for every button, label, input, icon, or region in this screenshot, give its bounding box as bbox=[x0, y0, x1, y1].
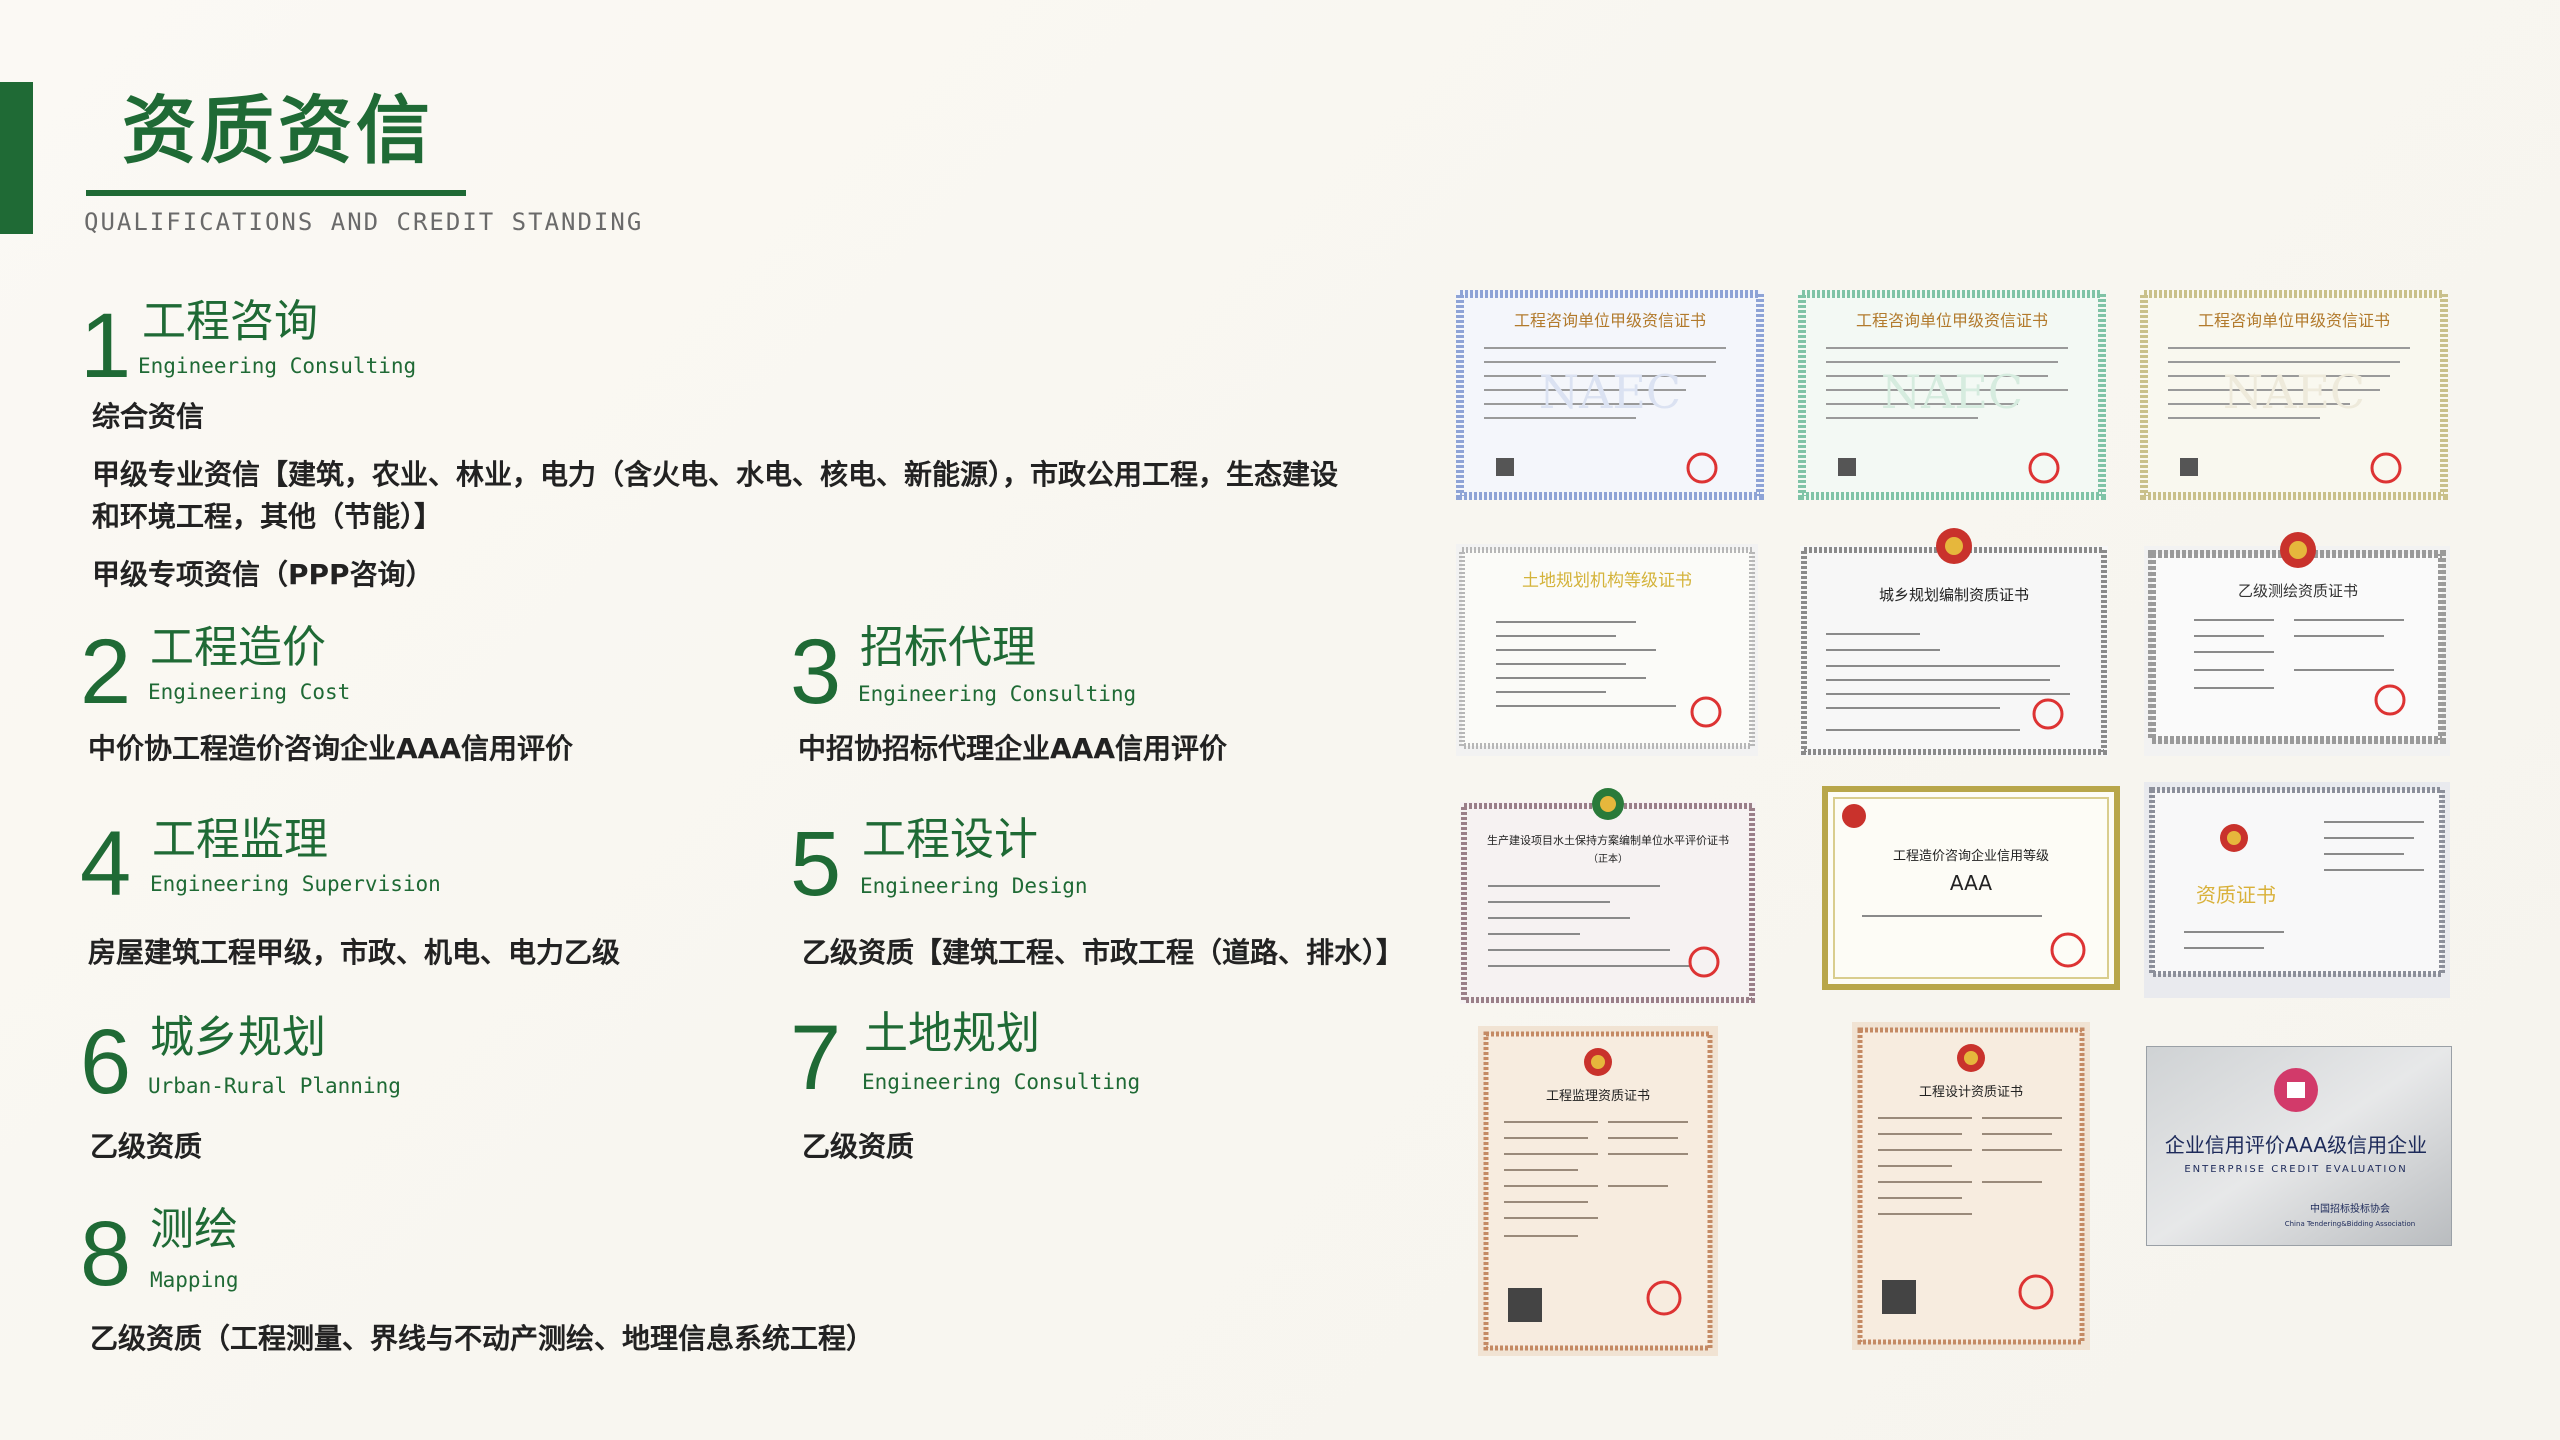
certificate-title: 生产建设项目水土保持方案编制单位水平评价证书 bbox=[1487, 833, 1729, 847]
svg-text:NAEC: NAEC bbox=[2223, 365, 2365, 419]
certificate-consulting-2: 工程咨询单位甲级资信证书 NAEC bbox=[1798, 290, 2106, 500]
certificate-title: 工程咨询单位甲级资信证书 bbox=[1856, 311, 2048, 330]
section-subtitle: Mapping bbox=[150, 1268, 239, 1292]
certificate-title: 工程监理资质证书 bbox=[1546, 1089, 1650, 1104]
title-underline bbox=[86, 190, 466, 196]
section-item: 乙级资质 bbox=[90, 1130, 203, 1163]
certificate-qualification: 资质证书 bbox=[2144, 782, 2450, 998]
section-title: 土地规划 bbox=[864, 1008, 1040, 1059]
certificate-title: 企业信用评价AAA级信用企业 bbox=[2165, 1133, 2427, 1157]
certificate-land-planning: 土地规划机构等级证书 bbox=[1456, 544, 1758, 756]
certificate-title: 工程咨询单位甲级资信证书 bbox=[2198, 311, 2390, 330]
certificate-consulting-3: 工程咨询单位甲级资信证书 NAEC bbox=[2140, 290, 2448, 500]
section-subtitle: Engineering Consulting bbox=[138, 354, 417, 378]
section-title: 工程设计 bbox=[862, 814, 1038, 865]
section-title: 工程咨询 bbox=[142, 296, 318, 347]
certificate-note: （正本） bbox=[1588, 852, 1628, 865]
section-item: 房屋建筑工程甲级，市政、机电、电力乙级 bbox=[88, 936, 621, 969]
svg-text:NAEC: NAEC bbox=[1881, 365, 2023, 419]
certificate-surveying: 乙级测绘资质证书 bbox=[2144, 530, 2450, 756]
certificate-credit-plaque: 企业信用评价AAA级信用企业 ENTERPRISE CREDIT EVALUAT… bbox=[2146, 1046, 2452, 1246]
certificate-cost-credit-aaa: 工程造价咨询企业信用等级 AAA bbox=[1822, 786, 2120, 990]
section-number: 1 bbox=[80, 295, 132, 397]
section-title: 招标代理 bbox=[860, 622, 1036, 673]
svg-text:NAEC: NAEC bbox=[1539, 365, 1681, 419]
certificate-title: 工程咨询单位甲级资信证书 bbox=[1514, 311, 1706, 330]
accent-bar bbox=[0, 82, 33, 234]
section-subtitle: Engineering Consulting bbox=[862, 1070, 1141, 1094]
section-item: 乙级资质（工程测量、界线与不动产测绘、地理信息系统工程） bbox=[90, 1322, 875, 1355]
certificate-soil-conservation: 生产建设项目水土保持方案编制单位水平评价证书 （正本） bbox=[1460, 786, 1756, 1004]
certificate-urban-planning: 城乡规划编制资质证书 bbox=[1800, 526, 2108, 756]
certificate-org-en: China Tendering&Bidding Association bbox=[2285, 1220, 2416, 1228]
section-item: 中价协工程造价咨询企业AAA信用评价 bbox=[88, 732, 574, 765]
page-title: 资质资信 bbox=[122, 88, 434, 174]
section-number: 3 bbox=[790, 621, 842, 723]
certificate-title: 工程造价咨询企业信用等级 bbox=[1893, 848, 2049, 864]
certificate-consulting-1: 工程咨询单位甲级资信证书 NAEC bbox=[1456, 290, 1764, 500]
certificate-supervision: 工程监理资质证书 bbox=[1478, 1026, 1718, 1356]
certificate-title: 工程设计资质证书 bbox=[1919, 1085, 2023, 1100]
section-subtitle: Engineering Consulting bbox=[858, 682, 1137, 706]
section-title: 城乡规划 bbox=[150, 1012, 326, 1063]
section-title: 工程监理 bbox=[152, 814, 328, 865]
certificate-rating: AAA bbox=[1950, 871, 1992, 895]
certificate-design: 工程设计资质证书 bbox=[1852, 1022, 2090, 1350]
section-item: 甲级专业资信【建筑，农业、林业，电力（含火电、水电、核电、新能源），市政公用工程… bbox=[92, 458, 1339, 533]
section-number: 4 bbox=[80, 813, 132, 915]
certificate-org: 中国招标投标协会 bbox=[2310, 1202, 2390, 1215]
section-item: 甲级专项资信（PPP咨询） bbox=[92, 558, 434, 591]
section-subtitle: Engineering Design bbox=[860, 874, 1088, 898]
section-engineering-supervision: 4 工程监理 Engineering Supervision bbox=[80, 813, 680, 915]
section-engineering-design: 5 工程设计 Engineering Design bbox=[790, 813, 1390, 915]
section-subtitle: Engineering Cost bbox=[148, 680, 351, 704]
section-item: 综合资信 bbox=[92, 400, 205, 433]
section-number: 6 bbox=[80, 1011, 132, 1113]
section-number: 7 bbox=[790, 1007, 842, 1109]
section-title: 测绘 bbox=[150, 1204, 238, 1255]
certificate-title: 城乡规划编制资质证书 bbox=[1879, 586, 2029, 604]
section-subtitle: Engineering Supervision bbox=[150, 872, 441, 896]
section-land-planning: 7 土地规划 Engineering Consulting bbox=[790, 1007, 1390, 1109]
section-urban-rural-planning: 6 城乡规划 Urban-Rural Planning bbox=[80, 1011, 680, 1113]
section-item: 乙级资质【建筑工程、市政工程（道路、排水）】 bbox=[802, 936, 1405, 969]
section-item: 中招协招标代理企业AAA信用评价 bbox=[798, 732, 1228, 765]
section-engineering-consulting: 1 工程咨询 Engineering Consulting bbox=[80, 295, 780, 397]
certificate-title: 乙级测绘资质证书 bbox=[2238, 582, 2358, 600]
section-number: 5 bbox=[790, 813, 842, 915]
section-bidding-agency: 3 招标代理 Engineering Consulting bbox=[790, 621, 1390, 723]
section-title: 工程造价 bbox=[150, 622, 326, 673]
section-number: 8 bbox=[80, 1203, 132, 1305]
certificate-title: 土地规划机构等级证书 bbox=[1522, 571, 1692, 591]
certificate-en: ENTERPRISE CREDIT EVALUATION bbox=[2184, 1164, 2407, 1175]
section-subtitle: Urban-Rural Planning bbox=[148, 1074, 401, 1098]
certificate-title: 资质证书 bbox=[2196, 883, 2276, 907]
section-mapping: 8 测绘 Mapping bbox=[80, 1203, 680, 1305]
section-number: 2 bbox=[80, 621, 132, 723]
section-engineering-cost: 2 工程造价 Engineering Cost bbox=[80, 621, 680, 723]
page-subtitle: QUALIFICATIONS AND CREDIT STANDING bbox=[84, 208, 644, 236]
section-item: 乙级资质 bbox=[802, 1130, 915, 1163]
